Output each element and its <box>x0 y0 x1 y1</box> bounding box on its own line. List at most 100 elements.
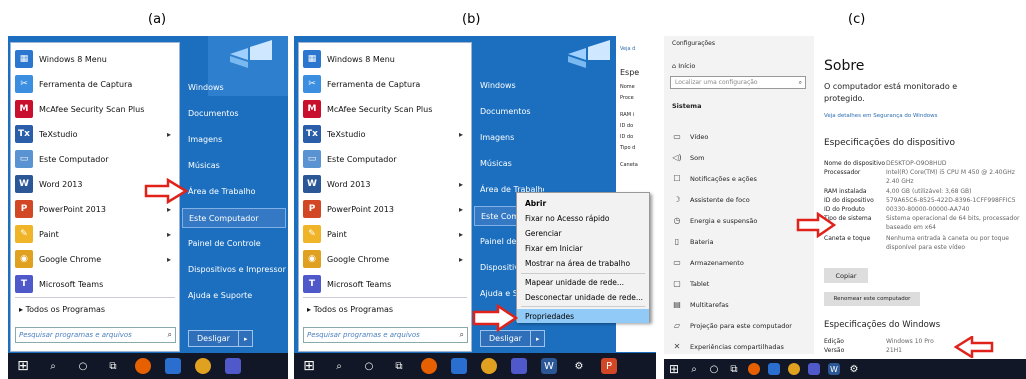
program-item[interactable]: M McAfee Security Scan Plus <box>15 97 175 121</box>
chevron-right-icon[interactable]: ▸ <box>167 255 171 264</box>
context-menu-item[interactable]: Fixar no Acesso rápido <box>517 211 649 225</box>
chrome-taskbar-icon[interactable] <box>195 358 211 374</box>
context-menu-item[interactable]: Abrir <box>517 196 649 210</box>
context-menu-item[interactable]: Desconectar unidade de rede... <box>517 290 649 304</box>
all-programs-link[interactable]: ▸ Todos os Programas <box>307 305 393 314</box>
search-input[interactable]: Pesquisar programas e arquivos ⌕ <box>303 327 468 343</box>
start-link-item[interactable]: Windows <box>182 78 286 96</box>
program-item[interactable]: ✎ Paint ▸ <box>15 222 175 246</box>
context-menu-item[interactable]: Propriedades <box>517 309 649 323</box>
start-link-item[interactable]: Músicas <box>474 154 544 172</box>
program-item[interactable]: ✂ Ferramenta de Captura <box>15 72 175 96</box>
task-view-icon[interactable]: ⧉ <box>391 358 407 374</box>
copy-button[interactable]: Copiar <box>824 268 868 283</box>
start-link-item[interactable]: Imagens <box>182 130 286 148</box>
start-link-item[interactable]: Documentos <box>474 102 544 120</box>
search-icon[interactable]: ⌕ <box>331 358 347 374</box>
chevron-right-icon[interactable]: ▸ <box>167 230 171 239</box>
program-item[interactable]: P PowerPoint 2013 ▸ <box>303 197 467 221</box>
start-link-item[interactable]: Imagens <box>474 128 544 146</box>
file-explorer-icon[interactable] <box>451 358 467 374</box>
start-button-icon[interactable]: ⊞ <box>15 358 31 374</box>
settings-nav-item[interactable]: ☐ Notificações e ações <box>672 174 756 183</box>
context-menu-item[interactable]: Mostrar na área de trabalho <box>517 256 649 270</box>
teams-taskbar-icon[interactable] <box>225 358 241 374</box>
settings-nav-item[interactable]: ▭ Vídeo <box>672 132 708 141</box>
start-button-icon[interactable]: ⊞ <box>301 358 317 374</box>
word-taskbar-icon[interactable]: W <box>828 363 840 375</box>
file-explorer-icon[interactable] <box>165 358 181 374</box>
chevron-right-icon[interactable]: ▸ <box>531 335 545 343</box>
start-button-icon[interactable]: ⊞ <box>668 362 680 376</box>
firefox-icon[interactable] <box>421 358 437 374</box>
settings-nav-item[interactable]: ▱ Projeção para este computador <box>672 321 792 330</box>
program-item[interactable]: ◉ Google Chrome ▸ <box>15 247 175 271</box>
chevron-right-icon[interactable]: ▸ <box>459 130 463 139</box>
chevron-right-icon[interactable]: ▸ <box>167 130 171 139</box>
program-item[interactable]: ▦ Windows 8 Menu <box>15 47 175 71</box>
program-item[interactable]: M McAfee Security Scan Plus <box>303 97 467 121</box>
firefox-icon[interactable] <box>135 358 151 374</box>
security-link[interactable]: Veja detalhes em Segurança do Windows <box>824 113 938 119</box>
chevron-right-icon[interactable]: ▸ <box>459 230 463 239</box>
program-item[interactable]: T Microsoft Teams <box>303 272 467 296</box>
settings-nav-item[interactable]: ✕ Experiências compartilhadas <box>672 342 784 351</box>
settings-taskbar-icon[interactable]: ⚙ <box>571 358 587 374</box>
shutdown-button[interactable]: Desligar ▸ <box>188 330 254 347</box>
settings-nav-item[interactable]: ◷ Energia e suspensão <box>672 216 758 225</box>
settings-taskbar-icon[interactable]: ⚙ <box>848 363 860 375</box>
powerpoint-taskbar-icon[interactable]: P <box>601 358 617 374</box>
start-link-item[interactable]: Dispositivos e Impressoras <box>182 260 286 278</box>
start-link-item[interactable]: Documentos <box>182 104 286 122</box>
settings-nav-item[interactable]: ▢ Tablet <box>672 279 709 288</box>
task-view-icon[interactable]: ⧉ <box>728 363 740 375</box>
settings-search-input[interactable]: Localizar uma configuração ⌕ <box>670 76 806 89</box>
home-link[interactable]: ⌂ Início <box>672 62 695 70</box>
start-link-item[interactable]: Área de Trabalho <box>182 182 286 200</box>
rename-pc-button[interactable]: Renomear este computador <box>824 292 920 306</box>
settings-nav-item[interactable]: ◁) Som <box>672 153 704 162</box>
file-explorer-icon[interactable] <box>768 363 780 375</box>
teams-taskbar-icon[interactable] <box>808 363 820 375</box>
teams-taskbar-icon[interactable] <box>511 358 527 374</box>
all-programs-link[interactable]: ▸ Todos os Programas <box>19 305 105 314</box>
chrome-taskbar-icon[interactable] <box>481 358 497 374</box>
program-item[interactable]: ▦ Windows 8 Menu <box>303 47 467 71</box>
program-item[interactable]: ✎ Paint ▸ <box>303 222 467 246</box>
cortana-icon[interactable]: ○ <box>361 358 377 374</box>
start-link-item[interactable]: Este Computador <box>182 208 286 228</box>
program-item[interactable]: Tx TeXstudio ▸ <box>303 122 467 146</box>
settings-nav-item[interactable]: ☽ Assistente de foco <box>672 195 749 204</box>
settings-nav-item[interactable]: ▭ Armazenamento <box>672 258 744 267</box>
context-menu-item[interactable]: Fixar em Iniciar <box>517 241 649 255</box>
context-menu-item[interactable]: Mapear unidade de rede... <box>517 275 649 289</box>
chevron-right-icon[interactable]: ▸ <box>459 180 463 189</box>
program-item[interactable]: ▭ Este Computador <box>15 147 175 171</box>
search-icon[interactable]: ⌕ <box>45 358 61 374</box>
chevron-right-icon[interactable]: ▸ <box>459 205 463 214</box>
search-input[interactable]: Pesquisar programas e arquivos ⌕ <box>15 327 176 343</box>
program-item[interactable]: Tx TeXstudio ▸ <box>15 122 175 146</box>
chevron-right-icon[interactable]: ▸ <box>239 335 253 343</box>
settings-nav-item[interactable]: ▤ Multitarefas <box>672 300 728 309</box>
start-link-item[interactable]: Ajuda e Suporte <box>182 286 286 304</box>
start-link-item[interactable]: Windows <box>474 76 544 94</box>
shutdown-button[interactable]: Desligar ▸ <box>480 330 546 347</box>
program-item[interactable]: ◉ Google Chrome ▸ <box>303 247 467 271</box>
search-icon[interactable]: ⌕ <box>688 363 700 375</box>
firefox-icon[interactable] <box>748 363 760 375</box>
start-link-item[interactable]: Painel de Controle <box>182 234 286 252</box>
chevron-right-icon[interactable]: ▸ <box>459 255 463 264</box>
word-taskbar-icon[interactable]: W <box>541 358 557 374</box>
program-item[interactable]: ▭ Este Computador <box>303 147 467 171</box>
context-menu-item[interactable]: Gerenciar <box>517 226 649 240</box>
cortana-icon[interactable]: ○ <box>75 358 91 374</box>
chrome-taskbar-icon[interactable] <box>788 363 800 375</box>
chevron-right-icon[interactable]: ▸ <box>167 205 171 214</box>
program-item[interactable]: T Microsoft Teams <box>15 272 175 296</box>
program-item[interactable]: ✂ Ferramenta de Captura <box>303 72 467 96</box>
cortana-icon[interactable]: ○ <box>708 363 720 375</box>
program-item[interactable]: W Word 2013 ▸ <box>303 172 467 196</box>
task-view-icon[interactable]: ⧉ <box>105 358 121 374</box>
start-link-item[interactable]: Músicas <box>182 156 286 174</box>
